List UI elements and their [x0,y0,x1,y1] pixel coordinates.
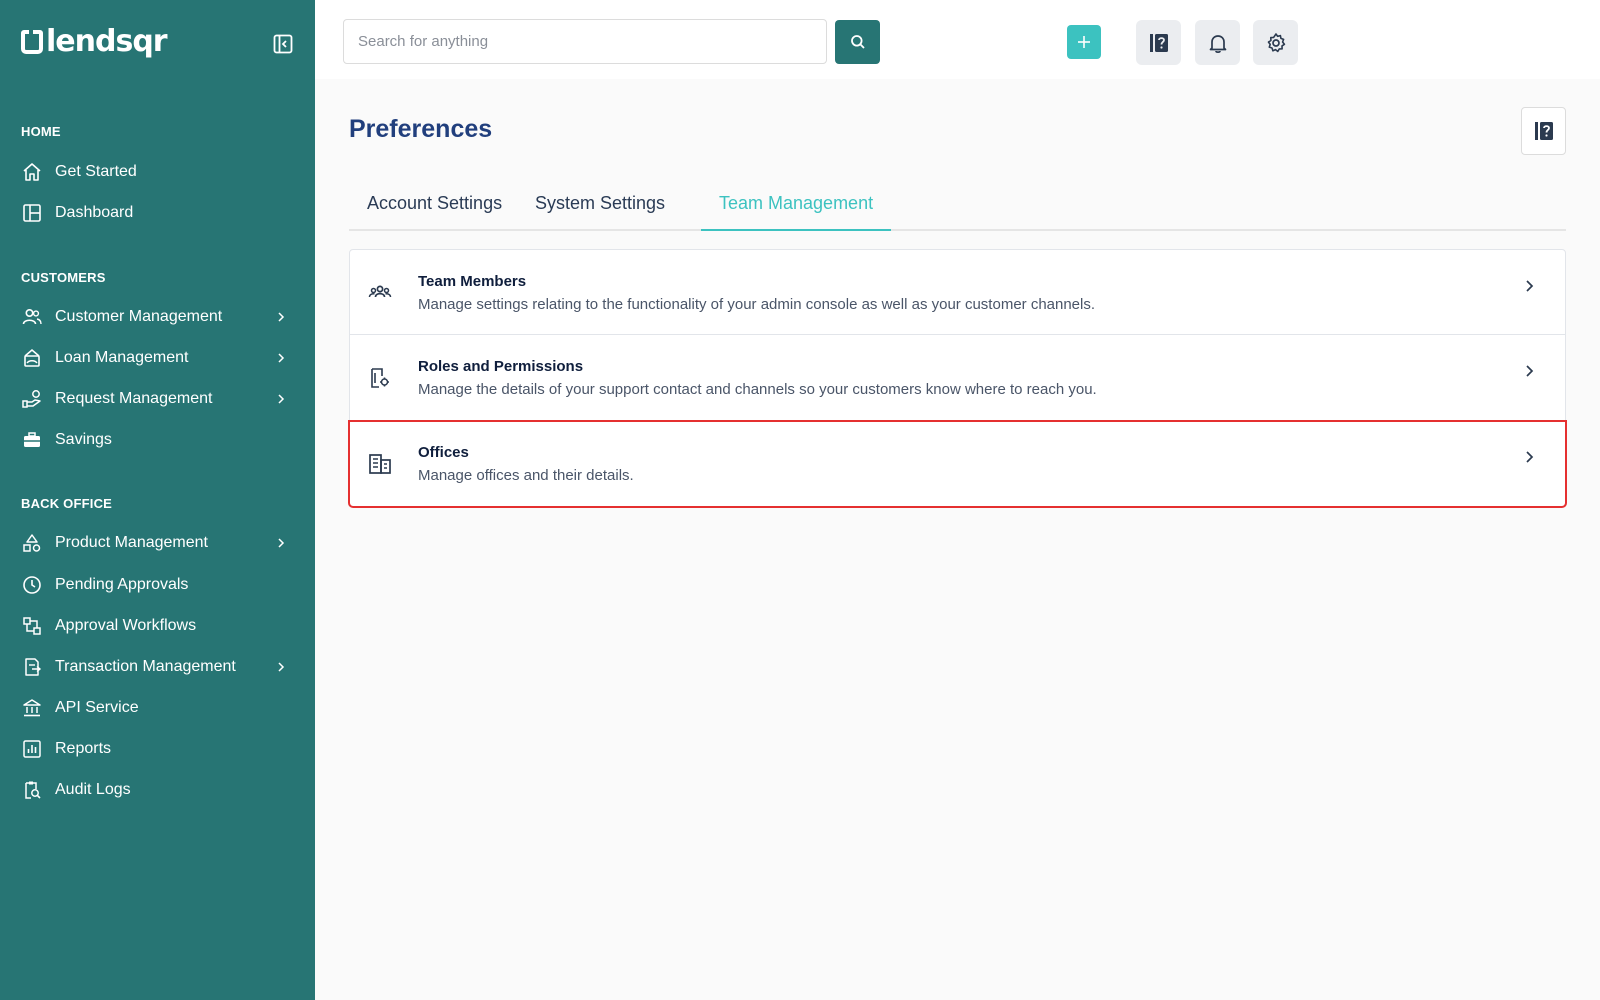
sidebar-item-label: API Service [55,699,139,716]
sidebar-item-get-started[interactable]: Get Started [21,157,296,187]
help-button[interactable] [1136,20,1181,65]
preferences-tabs: Account Settings System Settings Team Ma… [349,185,1566,231]
sidebar-item-label: Request Management [55,390,213,407]
card-title: Roles and Permissions [418,358,584,375]
card-team-members[interactable]: Team Members Manage settings relating to… [349,249,1566,335]
sidebar-item-label: Pending Approvals [55,576,189,593]
sidebar-item-label: Audit Logs [55,781,131,798]
sidebar-item-audit-logs[interactable]: Audit Logs [21,775,296,805]
plus-icon [1078,36,1090,48]
sidebar-item-label: Loan Management [55,349,189,366]
bank-icon [21,697,43,719]
workflow-icon [21,615,43,637]
tab-account-settings[interactable]: Account Settings [349,185,520,231]
add-button[interactable] [1067,25,1101,59]
briefcase-icon [21,429,43,451]
search-input[interactable] [343,19,827,64]
card-description: Manage the details of your support conta… [418,381,1097,398]
dashboard-icon [21,202,43,224]
sidebar-item-dashboard[interactable]: Dashboard [21,198,296,228]
settings-button[interactable] [1253,20,1298,65]
search-icon [850,35,865,49]
sidebar-item-label: Customer Management [55,308,223,325]
chart-icon [21,738,43,760]
sidebar-item-request-management[interactable]: Request Management [21,384,296,414]
search-button[interactable] [835,20,880,64]
sidebar-item-reports[interactable]: Reports [21,734,296,764]
notifications-button[interactable] [1195,20,1240,65]
clock-icon [21,574,43,596]
topbar [315,0,1600,79]
bell-icon [1209,34,1226,53]
sidebar-item-transaction-management[interactable]: Transaction Management [21,652,296,682]
card-description: Manage offices and their details. [418,467,634,484]
building-icon [369,454,391,474]
sidebar: lendsqr HOME CUSTOMERS BACK OFFICE Get S… [0,0,315,1000]
chevron-right-icon [1526,365,1534,377]
page-help-button[interactable] [1521,107,1566,155]
sidebar-item-label: Transaction Management [55,658,236,675]
sidebar-item-label: Product Management [55,534,208,551]
sidebar-item-approval-workflows[interactable]: Approval Workflows [21,611,296,641]
card-roles-and-permissions[interactable]: Roles and Permissions Manage the details… [349,335,1566,421]
section-title-customers: CUSTOMERS [21,270,106,285]
loan-icon [21,347,43,369]
section-title-back-office: BACK OFFICE [21,496,113,511]
card-title: Offices [418,444,469,461]
request-icon [21,388,43,410]
brand-name: lendsqr [46,24,168,59]
chevron-right-icon [278,353,285,363]
card-offices[interactable]: Offices Manage offices and their details… [348,420,1567,508]
audit-icon [21,779,43,801]
card-description: Manage settings relating to the function… [418,296,1096,313]
home-icon [21,161,43,183]
chevron-right-icon [1526,280,1534,292]
team-icon [368,285,392,298]
chevron-right-icon [1526,451,1534,463]
sidebar-item-savings[interactable]: Savings [21,425,296,455]
sidebar-item-label: Dashboard [55,204,134,221]
settings-card-list: Team Members Manage settings relating to… [348,249,1567,508]
chevron-right-icon [278,662,285,672]
card-title: Team Members [418,273,527,290]
sidebar-item-label: Savings [55,431,112,448]
chevron-right-icon [278,312,285,322]
shapes-icon [21,532,43,554]
brand-logo[interactable]: lendsqr [21,24,168,59]
roles-icon [371,368,389,388]
chevron-right-icon [278,394,285,404]
sidebar-item-loan-management[interactable]: Loan Management [21,343,296,373]
section-title-home: HOME [21,124,61,139]
chevron-right-icon [278,538,285,548]
sidebar-collapse-icon[interactable] [273,34,293,54]
logo-icon [21,30,43,54]
sidebar-item-api-service[interactable]: API Service [21,693,296,723]
users-icon [21,306,43,328]
sidebar-item-label: Get Started [55,163,137,180]
sidebar-item-label: Approval Workflows [55,617,197,634]
sidebar-item-pending-approvals[interactable]: Pending Approvals [21,570,296,600]
tab-team-management[interactable]: Team Management [701,185,892,231]
gear-icon [1267,32,1285,52]
transaction-icon [21,656,43,678]
help-icon [1534,122,1553,140]
sidebar-item-customer-management[interactable]: Customer Management [21,302,296,332]
sidebar-item-product-management[interactable]: Product Management [21,528,296,558]
page-title: Preferences [349,115,493,143]
tab-system-settings[interactable]: System Settings [517,185,683,231]
help-icon [1149,33,1168,52]
sidebar-item-label: Reports [55,740,112,757]
